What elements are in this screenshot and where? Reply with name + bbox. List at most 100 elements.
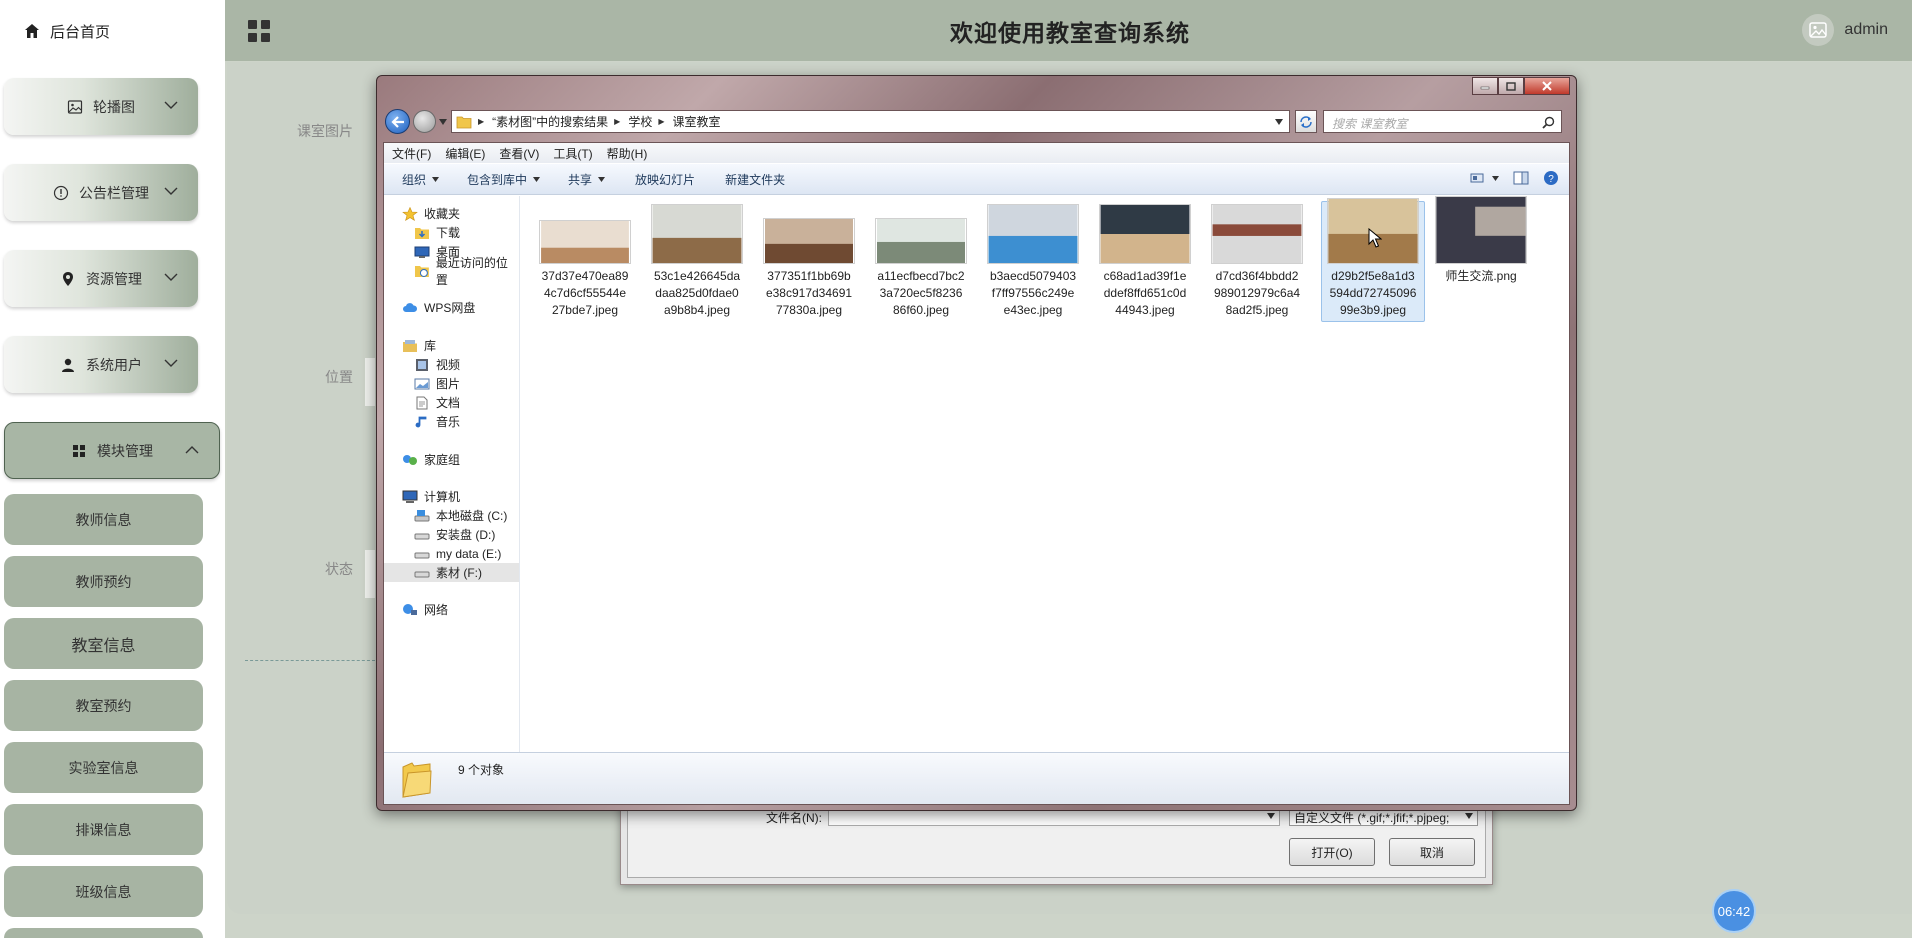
maximize-button[interactable] [1498,77,1524,95]
nav-wps[interactable]: WPS网盘 [402,298,475,317]
folder-icon [456,116,472,128]
change-view-icon[interactable] [1470,172,1484,184]
submenu-teacher-info[interactable]: 教师信息 [4,494,203,545]
avatar-image-icon [1809,22,1828,38]
divider [245,660,375,661]
file-item[interactable]: 师生交流.png [1435,196,1527,285]
menu-notice[interactable]: 公告栏管理 [4,164,198,221]
menu-modules[interactable]: 模块管理 [4,422,220,479]
cloud-icon [403,302,418,312]
breadcrumb-school[interactable]: 学校 [628,113,652,130]
history-dropdown-icon[interactable] [439,119,447,125]
status-field[interactable] [365,550,375,598]
nav-drive-f[interactable]: 素材 (F:) [384,563,519,582]
submenu-teacher-booking[interactable]: 教师预约 [4,556,203,607]
menu-edit[interactable]: 编辑(E) [445,145,485,162]
search-input[interactable]: 搜索 课室教室 [1323,110,1562,133]
modules-submenu: 教师信息 教师预约 教室信息 教室预约 实验室信息 排课信息 班级信息 [0,486,222,938]
dropdown-arrow-icon [598,176,606,182]
location-field[interactable] [365,358,375,406]
menu-tools[interactable]: 工具(T) [553,145,592,162]
nav-homegroup[interactable]: 家庭组 [402,450,460,469]
mouse-cursor-icon [1368,228,1382,248]
new-folder-button[interactable]: 新建文件夹 [725,171,785,188]
breadcrumb-search-results[interactable]: “素材图”中的搜索结果 [492,113,608,130]
nav-library-label: 库 [424,339,437,353]
file-item[interactable]: b3aecd5079403f7ff97556c249ee43ec.jpeg [987,204,1079,319]
menu-users[interactable]: 系统用户 [4,336,198,393]
file-item[interactable]: a11ecfbecd7bc23a720ec5f823686f60.jpeg [875,204,967,319]
menu-carousel[interactable]: 轮播图 [4,78,198,135]
image-icon [67,99,83,114]
refresh-button[interactable] [1295,110,1317,133]
dropdown-arrow-icon[interactable] [1267,813,1275,819]
minimize-button[interactable] [1472,77,1498,95]
nav-videos[interactable]: 视频 [414,355,460,374]
submenu-classroom-booking[interactable]: 教室预约 [4,680,203,731]
file-item-selected[interactable]: d29b2f5e8a1d3594dd7274509699e3b9.jpeg [1321,198,1425,322]
submenu-more[interactable] [4,928,203,938]
file-item[interactable]: 377351f1bb69be38c917d3469177830a.jpeg [763,204,855,319]
avatar [1802,14,1835,46]
nav-computer[interactable]: 计算机 [402,487,460,506]
nav-drive-d[interactable]: 安装盘 (D:) [414,525,495,544]
menu-help[interactable]: 帮助(H) [607,145,648,162]
window-caption-buttons [1472,77,1570,95]
chevron-down-icon [164,101,178,109]
file-item[interactable]: d7cd36f4bbdd2989012979c6a48ad2f5.jpeg [1211,204,1303,319]
slideshow-button[interactable]: 放映幻灯片 [635,171,695,188]
help-icon[interactable]: ? [1543,170,1559,186]
file-thumbnail [1211,204,1303,264]
address-bar[interactable]: ▶ “素材图”中的搜索结果 ▶ 学校 ▶ 课室教室 [451,110,1290,133]
forward-button[interactable] [413,110,436,133]
nav-recent[interactable]: 最近访问的位置 [414,256,519,287]
menu-file[interactable]: 文件(F) [392,145,431,162]
share-button[interactable]: 共享 [568,171,606,188]
cancel-button[interactable]: 取消 [1389,838,1475,866]
menu-notice-label: 公告栏管理 [79,184,149,201]
organize-button[interactable]: 组织 [402,171,440,188]
desktop-icon [414,246,430,258]
nav-pictures[interactable]: 图片 [414,374,460,393]
file-item[interactable]: c68ad1ad39f1eddef8ffd651c0d44943.jpeg [1099,204,1191,319]
nav-network[interactable]: 网络 [402,600,448,619]
address-dropdown-icon[interactable] [1275,119,1283,125]
submenu-classroom-info[interactable]: 教室信息 [4,618,203,669]
submenu-lab-info[interactable]: 实验室信息 [4,742,203,793]
file-item[interactable]: 37d37e470ea894c7d6cf55544e27bde7.jpeg [539,204,631,319]
preview-pane-icon[interactable] [1513,171,1529,185]
submenu-schedule-info[interactable]: 排课信息 [4,804,203,855]
breadcrumb-separator-icon[interactable]: ▶ [614,117,620,126]
classroom-thumbnail-icon [875,218,967,264]
file-thumbnail [539,204,631,264]
breadcrumb-classroom[interactable]: 课室教室 [672,113,720,130]
user-menu[interactable]: admin [1802,14,1888,46]
nav-favorites[interactable]: 收藏夹 [402,204,460,223]
share-label: 共享 [568,172,593,187]
file-item[interactable]: 53c1e426645dadaa825d0fdae0a9b8b4.jpeg [651,204,743,319]
include-library-button[interactable]: 包含到库中 [467,171,541,188]
nav-library[interactable]: 库 [402,336,436,355]
menu-resources[interactable]: 资源管理 [4,250,198,307]
nav-drive-c[interactable]: 本地磁盘 (C:) [414,506,507,525]
menu-resources-label: 资源管理 [86,270,142,287]
back-button[interactable] [385,109,410,134]
nav-downloads[interactable]: 下载 [414,223,460,242]
submenu-class-info[interactable]: 班级信息 [4,866,203,917]
chevron-down-icon [164,187,178,195]
nav-drive-e[interactable]: my data (E:) [414,544,501,563]
menu-view[interactable]: 查看(V) [499,145,539,162]
nav-drive-f-label: 素材 (F:) [436,566,482,580]
nav-music[interactable]: 音乐 [414,412,460,431]
breadcrumb-separator-icon[interactable]: ▶ [658,117,664,126]
nav-documents[interactable]: 文档 [414,393,460,412]
view-dropdown-icon[interactable] [1492,175,1499,181]
picture-icon [414,378,430,389]
breadcrumb-separator-icon[interactable]: ▶ [478,117,484,126]
recent-places-icon [414,265,429,277]
close-button[interactable] [1524,77,1570,95]
open-button[interactable]: 打开(O) [1289,838,1375,866]
nav-favorites-label: 收藏夹 [424,207,461,221]
file-thumbnail [875,204,967,264]
search-placeholder: 搜索 课室教室 [1332,117,1408,131]
